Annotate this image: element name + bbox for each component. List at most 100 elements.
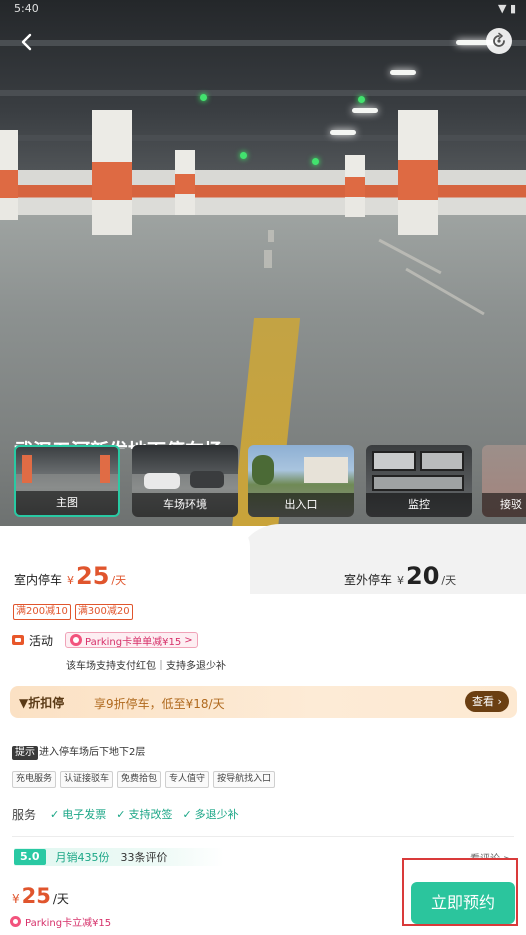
currency-symbol: ¥ — [397, 574, 405, 587]
thumbnail-label: 出入口 — [248, 493, 354, 517]
outdoor-price[interactable]: 室外停车 ¥ 20 /天 — [344, 562, 456, 590]
bottom-promo[interactable]: Parking卡立减¥15 — [10, 914, 111, 929]
check-icon: ✓ — [182, 808, 192, 821]
activity-note: 该车场支持支付红包｜支持多退少补 — [66, 661, 226, 672]
chevron-right-icon: > — [184, 634, 193, 646]
thumbnail-label: 主图 — [16, 491, 118, 515]
thumbnail-tree — [252, 455, 274, 485]
discount-label: ▼折扣停 — [19, 694, 64, 711]
discount-label-text: 折扣停 — [28, 696, 65, 710]
hero-image-signal-light — [240, 152, 247, 159]
hero-image-lane-dash — [268, 230, 274, 242]
hero-image-pillar — [398, 110, 438, 235]
thumbnail-car — [190, 471, 224, 488]
rotate-360-icon — [493, 32, 505, 47]
currency-symbol: ¥ — [12, 892, 20, 906]
divider — [12, 836, 514, 837]
hero-image-lamp — [390, 70, 416, 75]
status-bar-time: 5:40 — [14, 2, 39, 15]
service-item-text: 电子发票 — [62, 808, 107, 821]
hero-image-signal-light — [200, 94, 207, 101]
service-item: ✓ 支持改签 — [116, 806, 172, 822]
thumbnail-screen — [372, 451, 416, 471]
hero-image-lamp — [352, 108, 378, 113]
indoor-price-value: 25 — [76, 562, 110, 590]
book-now-button[interactable]: 立即预约 — [411, 882, 515, 924]
thumbnail-label: 监控 — [366, 493, 472, 517]
thumbnail-screen — [420, 451, 464, 471]
hero-gallery[interactable]: 5:40 ▼ ▮ 武汉五河新发地下停车场 主图 车场环境 出入 — [0, 0, 526, 530]
panorama-button[interactable] — [486, 28, 512, 54]
thumbnail-strip[interactable]: 主图 车场环境 出入口 监控 接驳 — [14, 445, 526, 517]
thumbnail-label: 接驳 — [482, 493, 526, 517]
hero-image-lane-dash — [264, 250, 272, 268]
services-row: 服务 ✓ 电子发票 ✓ 支持改签 ✓ 多退少补 — [12, 806, 249, 822]
thumbnail-car — [144, 473, 180, 489]
thumbnail-shuttle[interactable]: 接驳 — [482, 445, 526, 517]
indoor-price-label: 室内停车 — [14, 573, 63, 587]
hero-image-pillar — [175, 150, 195, 215]
indoor-price[interactable]: 室内停车 ¥ 25 /天 — [14, 562, 126, 590]
thumbnail-monitor[interactable]: 监控 — [366, 445, 472, 517]
hero-image-signal-light — [358, 96, 365, 103]
hero-image-pillar — [92, 110, 132, 235]
bottom-promo-text: Parking卡立减¥15 — [25, 918, 112, 929]
parking-card-promo-text: Parking卡单单减¥15 — [85, 636, 182, 648]
hero-image-beam — [0, 135, 526, 141]
thumbnail-screen — [372, 475, 464, 491]
coupon-tag[interactable]: 满200减10 — [13, 604, 71, 620]
status-bar-icons: ▼ ▮ — [497, 2, 516, 15]
activity-row: 活动 Parking卡单单减¥15 > — [12, 631, 198, 649]
thumbnail-pillar — [100, 455, 110, 483]
parking-card-icon — [10, 916, 21, 927]
thumbnail-environment[interactable]: 车场环境 — [132, 445, 238, 517]
bottom-price-value: 25 — [21, 884, 51, 908]
hero-image-beam — [0, 40, 526, 46]
outdoor-price-unit: /天 — [441, 574, 457, 587]
check-icon: ✓ — [50, 808, 60, 821]
back-arrow-icon — [21, 33, 32, 51]
service-item: ✓ 电子发票 — [50, 806, 106, 822]
service-item-text: 多退少补 — [194, 808, 239, 821]
monthly-sales: 月销435份 — [55, 851, 110, 864]
currency-symbol: ¥ — [67, 574, 75, 587]
feature-tag: 充电服务 — [12, 771, 57, 788]
thumbnail-main[interactable]: 主图 — [14, 445, 120, 517]
discount-text: 享9折停车，低至¥18/天 — [94, 697, 225, 711]
review-count: 33条评价 — [120, 851, 168, 864]
rating-score: 5.0 — [14, 849, 46, 865]
feature-tag: 按导航找入口 — [213, 771, 276, 788]
tip-tag: 提示 — [12, 746, 38, 760]
hero-image-pillar — [0, 130, 18, 220]
parking-card-promo[interactable]: Parking卡单单减¥15 > — [65, 632, 198, 648]
hero-image-beam — [0, 90, 526, 96]
bottom-price-unit: /天 — [52, 892, 69, 906]
thumbnail-entrance[interactable]: 出入口 — [248, 445, 354, 517]
bottom-price: ¥ 25 /天 — [12, 884, 69, 908]
thumbnail-building — [304, 457, 348, 483]
rating-summary[interactable]: 5.0 月销435份 33条评价 — [14, 848, 224, 866]
ticket-icon — [12, 635, 24, 645]
back-button[interactable] — [14, 28, 42, 56]
thumbnail-pillar — [22, 455, 32, 483]
view-discount-button[interactable]: 查看 › — [465, 691, 509, 712]
thumbnail-label: 车场环境 — [132, 493, 238, 517]
hero-image-lamp — [330, 130, 356, 135]
indoor-price-unit: /天 — [111, 574, 127, 587]
view-discount-label: 查看 — [472, 695, 495, 708]
activity-label: 活动 — [29, 633, 54, 648]
feature-tag: 专人值守 — [165, 771, 210, 788]
feature-tag: 认证接驳车 — [60, 771, 114, 788]
feature-tags: 充电服务 认证接驳车 免费拾包 专人值守 按导航找入口 — [12, 771, 276, 788]
hero-image-wall — [0, 170, 526, 220]
tip-text: 进入停车场后下地下2层 — [39, 747, 146, 758]
services-label: 服务 — [12, 807, 37, 822]
check-icon: ✓ — [116, 808, 126, 821]
service-item-text: 支持改签 — [128, 808, 173, 821]
outdoor-price-label: 室外停车 — [344, 573, 393, 587]
feature-tag: 免费拾包 — [117, 771, 162, 788]
coupon-tag[interactable]: 满300减20 — [74, 604, 133, 620]
coupon-list: 满200减10 满300减20 — [13, 604, 133, 620]
discount-banner[interactable]: ▼折扣停 享9折停车，低至¥18/天 查看 › — [10, 686, 517, 718]
hero-image-signal-light — [312, 158, 319, 165]
